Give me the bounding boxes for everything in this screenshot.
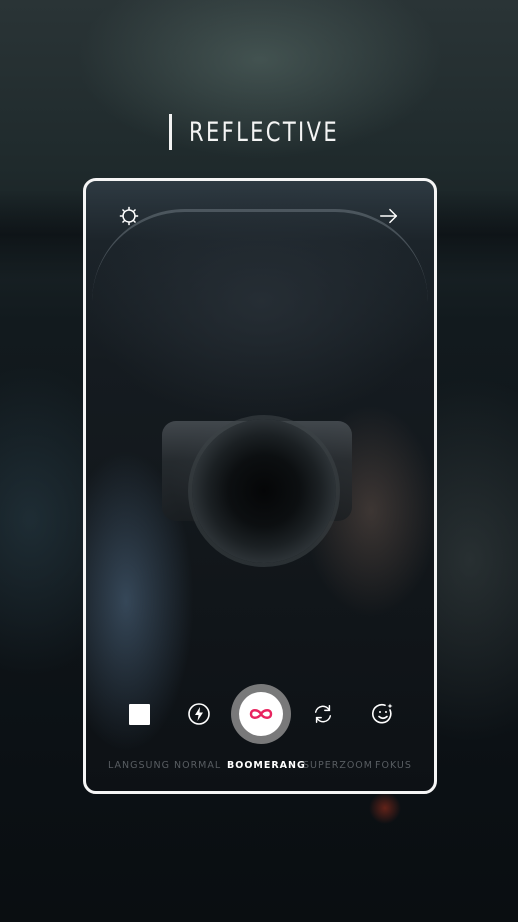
shutter-inner xyxy=(239,692,283,736)
brand-bar xyxy=(169,114,172,150)
gear-icon[interactable] xyxy=(116,203,142,229)
mode-normal[interactable]: NORMAL xyxy=(174,760,221,771)
brand-header: REFLECTIVE xyxy=(0,112,518,152)
camera-preview-lens xyxy=(192,419,336,563)
arrow-right-icon[interactable] xyxy=(376,203,402,229)
camera-controls xyxy=(86,683,434,744)
flash-icon xyxy=(188,703,210,725)
mode-langsung[interactable]: LANGSUNG xyxy=(108,760,170,771)
screen: REFLECTIVE LANGSUNG NORMAL BOOMERANG SUP… xyxy=(0,0,518,922)
mode-boomerang[interactable]: BOOMERANG xyxy=(227,760,306,771)
mode-selector: LANGSUNG NORMAL BOOMERANG SUPERZOOM FOKU… xyxy=(86,760,434,776)
shutter-button[interactable] xyxy=(231,684,291,744)
gallery-button[interactable] xyxy=(126,701,152,727)
mode-superzoom[interactable]: SUPERZOOM xyxy=(303,760,373,771)
flip-camera-button[interactable] xyxy=(310,701,336,727)
effects-button[interactable] xyxy=(370,701,396,727)
mode-fokus[interactable]: FOKUS xyxy=(375,760,412,771)
brand-title: REFLECTIVE xyxy=(189,116,339,148)
face-sparkle-icon xyxy=(372,703,393,724)
phone-frame: LANGSUNG NORMAL BOOMERANG SUPERZOOM FOKU… xyxy=(83,178,437,794)
square-icon xyxy=(128,703,150,725)
infinity-icon xyxy=(249,709,273,719)
flip-camera-icon xyxy=(314,705,332,723)
flash-button[interactable] xyxy=(186,701,212,727)
